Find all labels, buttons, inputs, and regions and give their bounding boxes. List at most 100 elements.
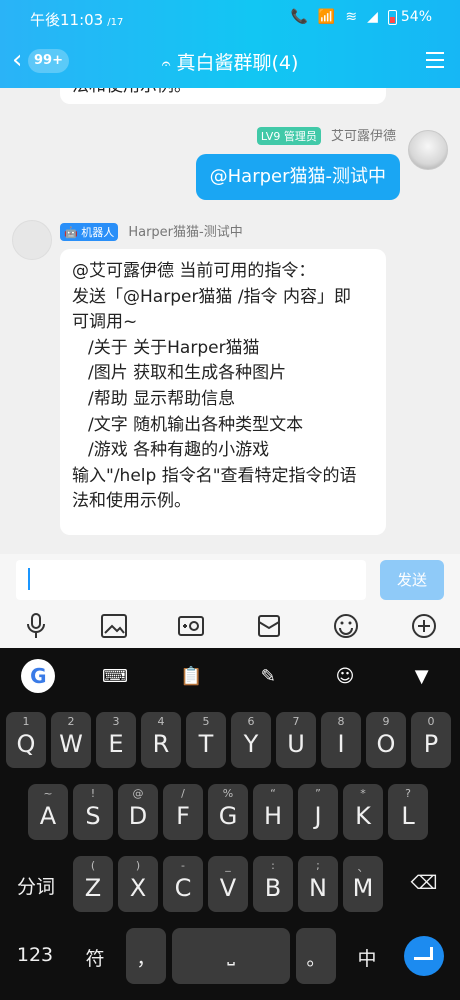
message-bubble-left[interactable]: @艾可露伊德 当前可用的指令： 发送「@Harper猫猫 /指令 内容」即 可调…: [60, 249, 386, 535]
key-l[interactable]: ? L: [388, 784, 428, 840]
key-m[interactable]: 、 M: [343, 856, 383, 912]
key-p[interactable]: 0P: [411, 712, 451, 768]
key-alt: (: [90, 859, 96, 872]
key-g[interactable]: % G: [208, 784, 248, 840]
key-comma[interactable]: ，: [126, 928, 166, 984]
key-label: X: [129, 874, 147, 902]
key-c[interactable]: -C: [163, 856, 203, 912]
sender-name-left: Harper猫猫-测试中: [128, 225, 243, 240]
microphone-icon[interactable]: [18, 610, 54, 642]
keyboard-toolbar: G ⌨ 📋 ✎ ☺ ▼: [0, 648, 460, 704]
wifi-icon: ≋: [345, 9, 358, 25]
title-bar: ‹ 99+ 𝄐 真白酱群聊(4): [0, 36, 460, 86]
key-alt: ~: [43, 787, 53, 800]
key-d[interactable]: @ D: [118, 784, 158, 840]
key-f[interactable]: / F: [163, 784, 203, 840]
key-r[interactable]: 4R: [141, 712, 181, 768]
key-language[interactable]: 中: [342, 928, 392, 984]
sender-name-right: 艾可露伊德: [330, 129, 396, 144]
date: /17: [107, 17, 124, 28]
emoji-icon[interactable]: ☺: [325, 658, 365, 694]
red-envelope-icon[interactable]: [251, 610, 287, 642]
key-e[interactable]: 3E: [96, 712, 136, 768]
key-x[interactable]: ) X: [118, 856, 158, 912]
key-alt: ;: [316, 859, 320, 872]
key-alt: _: [225, 859, 231, 872]
message-line: 可调用~: [72, 312, 138, 333]
plus-icon[interactable]: [406, 610, 442, 642]
key-row-1: 1Q 2W 3E 4R 5T 6Y 7U 8I 9O 0P: [0, 712, 460, 768]
keyboard-icon[interactable]: ⌨: [95, 658, 135, 694]
message-bubble-right[interactable]: @Harper猫猫-测试中: [195, 154, 400, 200]
message-line: 法和使用示例。: [72, 491, 191, 512]
status-time: 午後11:03/17: [30, 9, 123, 30]
key-j[interactable]: ” J: [298, 784, 338, 840]
soft-keyboard: G ⌨ 📋 ✎ ☺ ▼ 1Q 2W 3E 4R 5T 6Y 7U 8I 9O 0…: [0, 648, 460, 1000]
image-icon[interactable]: [96, 610, 132, 642]
key-alt: ): [135, 859, 141, 872]
send-button[interactable]: 发送: [380, 560, 444, 600]
level-badge: LV9 管理员: [256, 127, 321, 145]
key-u[interactable]: 7U: [276, 712, 316, 768]
key-i[interactable]: 8I: [321, 712, 361, 768]
status-bar: 午後11:03/17 📞 📶 ≋ ◢ 54%: [0, 0, 460, 36]
key-k[interactable]: * K: [343, 784, 383, 840]
key-label: Y: [243, 730, 259, 758]
chat-area[interactable]: 法和使用示例。 LV9 管理员 艾可露伊德 @Harper猫猫-测试中 🤖 机器…: [0, 88, 460, 554]
key-row-3: 分词 (Z ) X -C _ V :B ; N 、 M ⌫: [0, 856, 460, 912]
key-t[interactable]: 5T: [186, 712, 226, 768]
avatar[interactable]: [408, 130, 448, 170]
camera-icon[interactable]: [173, 610, 209, 642]
key-label: O: [376, 730, 396, 758]
key-alt: 1: [22, 715, 30, 728]
key-alt: 6: [247, 715, 255, 728]
space-icon: ⎵: [227, 944, 235, 966]
key-label: 符: [85, 948, 105, 970]
edit-icon[interactable]: ✎: [248, 658, 288, 694]
chat-title-text: 真白酱群聊(4): [176, 52, 299, 74]
key-symbols[interactable]: 符: [68, 928, 122, 984]
message-input[interactable]: [16, 560, 366, 600]
key-label: A: [39, 802, 57, 830]
key-numbers[interactable]: 123: [6, 928, 64, 984]
emoji-icon[interactable]: [328, 610, 364, 642]
key-h[interactable]: “H: [253, 784, 293, 840]
key-w[interactable]: 2W: [51, 712, 91, 768]
key-n[interactable]: ; N: [298, 856, 338, 912]
key-z[interactable]: (Z: [73, 856, 113, 912]
key-period[interactable]: 。: [296, 928, 336, 984]
call-icon: 📞: [290, 9, 308, 25]
key-label: H: [263, 802, 283, 830]
battery: 54%: [387, 9, 432, 25]
key-label: N: [309, 874, 327, 902]
key-b[interactable]: :B: [253, 856, 293, 912]
key-label: Q: [16, 730, 36, 758]
bot-avatar[interactable]: [12, 220, 52, 260]
key-alt: ?: [405, 787, 411, 800]
message-line: 输入"/help 指令名"查看特定指令的语: [72, 465, 357, 486]
key-label: Z: [84, 874, 102, 902]
key-label: 分词: [16, 876, 55, 898]
hide-keyboard-icon[interactable]: ▼: [402, 658, 442, 694]
level-text: LV9: [260, 130, 281, 143]
key-s[interactable]: ! S: [73, 784, 113, 840]
key-label: B: [264, 874, 282, 902]
key-v[interactable]: _ V: [208, 856, 248, 912]
clipboard-icon[interactable]: 📋: [172, 658, 212, 694]
backspace-key[interactable]: ⌫: [396, 856, 452, 912]
message-line: /关于 关于Harper猫猫: [88, 337, 260, 358]
chat-title: 𝄐 真白酱群聊(4): [0, 48, 460, 75]
google-icon[interactable]: G: [18, 658, 58, 694]
clock: 午後11:03: [30, 11, 104, 29]
key-q[interactable]: 1Q: [6, 712, 46, 768]
key-o[interactable]: 9O: [366, 712, 406, 768]
menu-icon[interactable]: [426, 52, 444, 68]
enter-key[interactable]: [404, 936, 444, 976]
key-space[interactable]: ⎵: [172, 928, 290, 984]
key-y[interactable]: 6Y: [231, 712, 271, 768]
key-label: U: [287, 730, 305, 758]
key-a[interactable]: ~ A: [28, 784, 68, 840]
key-label: S: [85, 802, 101, 830]
key-label: 。: [306, 948, 326, 970]
key-segment[interactable]: 分词: [6, 856, 66, 912]
